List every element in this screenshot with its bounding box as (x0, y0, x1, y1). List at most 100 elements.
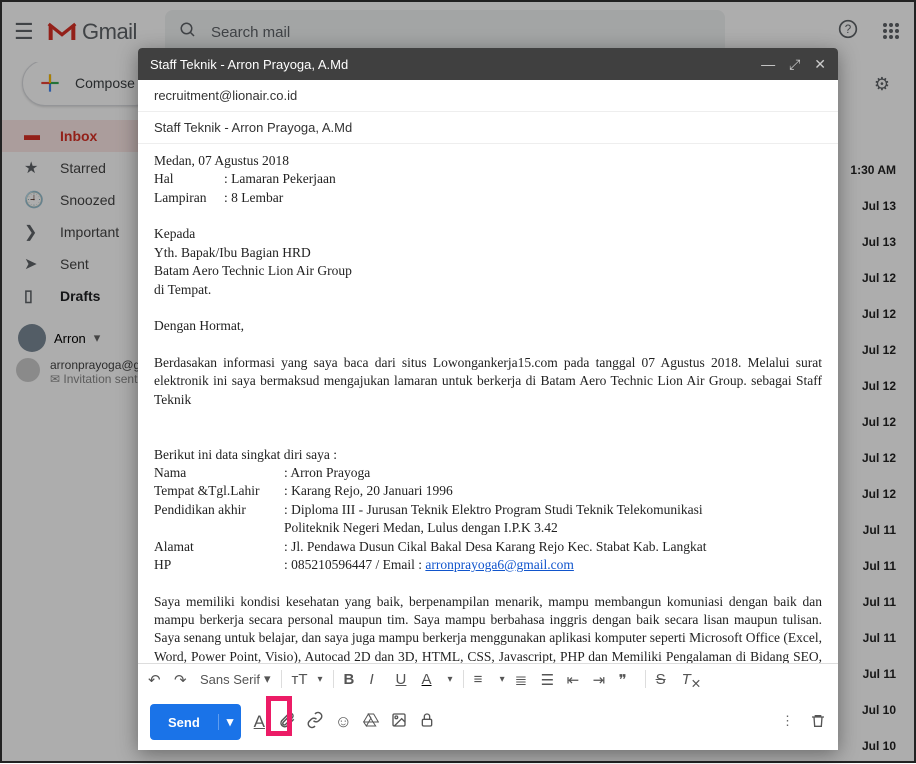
confidential-icon[interactable] (417, 712, 437, 733)
app-name: Gmail (82, 19, 137, 45)
compose-subject-field[interactable]: Staff Teknik - Arron Prayoga, A.Md (138, 112, 838, 144)
mail-row-time[interactable]: Jul 11 (844, 656, 914, 692)
email-link[interactable]: arronprayoga6@gmail.com (425, 557, 574, 572)
help-icon[interactable]: ? (838, 19, 858, 45)
image-icon[interactable] (389, 712, 409, 733)
sidebar-item-label: Snoozed (60, 192, 115, 208)
mail-row-time[interactable]: Jul 12 (844, 440, 914, 476)
send-icon: ➤ (24, 254, 42, 274)
body-line: Politeknik Negeri Medan, Lulus dengan I.… (284, 519, 558, 537)
body-line: Pendidikan akhir (154, 501, 284, 519)
compose-label: Compose (75, 75, 135, 91)
avatar (18, 324, 46, 352)
mail-row-time[interactable]: Jul 12 (844, 476, 914, 512)
compose-to-value: recruitment@lionair.co.id (154, 88, 297, 103)
minimize-icon[interactable]: — (761, 56, 775, 73)
body-line: Yth. Bapak/Ibu Bagian HRD (154, 244, 822, 262)
body-para: Saya memiliki kondisi kesehatan yang bai… (154, 593, 822, 663)
mail-row-time[interactable]: 1:30 AM (844, 152, 914, 188)
search-placeholder: Search mail (211, 24, 290, 41)
body-line: Nama (154, 464, 284, 482)
sidebar-item-label: Sent (60, 256, 89, 272)
body-line (154, 519, 284, 537)
mail-row-time[interactable]: Jul 12 (844, 296, 914, 332)
star-icon: ★ (24, 158, 42, 178)
sidebar-item-label: Important (60, 224, 119, 240)
undo-icon[interactable]: ↶ (148, 671, 164, 687)
redo-icon[interactable]: ↷ (174, 671, 190, 687)
mail-row-time[interactable]: Jul 11 (844, 512, 914, 548)
underline-icon[interactable]: U (396, 671, 412, 687)
mail-row-time[interactable]: Jul 12 (844, 332, 914, 368)
quote-icon[interactable]: ❞ (619, 671, 635, 687)
mail-list-times: 1:30 AMJul 13Jul 13Jul 12Jul 12Jul 12Jul… (844, 152, 914, 764)
compose-window: Staff Teknik - Arron Prayoga, A.Md — ⤢ ✕… (138, 48, 838, 750)
body-line: : Diploma III - Jurusan Teknik Elektro P… (284, 501, 703, 519)
mail-row-time[interactable]: Jul 13 (844, 188, 914, 224)
body-line: Kepada (154, 225, 822, 243)
compose-titlebar[interactable]: Staff Teknik - Arron Prayoga, A.Md — ⤢ ✕ (138, 48, 838, 80)
mail-row-time[interactable]: Jul 11 (844, 584, 914, 620)
mail-row-time[interactable]: Jul 11 (844, 620, 914, 656)
body-line: Dengan Hormat, (154, 317, 822, 335)
link-icon[interactable] (305, 711, 325, 734)
compose-body[interactable]: Medan, 07 Agustus 2018 Hal: Lamaran Peke… (138, 144, 838, 663)
body-line: HP (154, 556, 284, 574)
clock-icon: 🕘 (24, 190, 42, 210)
strikethrough-icon[interactable]: S (656, 671, 672, 687)
bold-icon[interactable]: B (344, 671, 360, 687)
body-line: Batam Aero Technic Lion Air Group (154, 262, 822, 280)
body-line: Lampiran (154, 189, 224, 207)
important-icon: ❯ (24, 222, 42, 242)
mail-row-time[interactable]: Jul 13 (844, 224, 914, 260)
mail-row-time[interactable]: Jul 12 (844, 368, 914, 404)
sidebar-item-label: Inbox (60, 128, 97, 144)
drive-icon[interactable] (361, 712, 381, 733)
body-line: : 8 Lembar (224, 189, 283, 207)
compose-to-field[interactable]: recruitment@lionair.co.id (138, 80, 838, 112)
gmail-m-icon (46, 19, 78, 45)
avatar (16, 358, 40, 382)
menu-icon[interactable]: ☰ (14, 19, 34, 45)
mail-row-time[interactable]: Jul 10 (844, 692, 914, 728)
italic-icon[interactable]: I (370, 671, 386, 687)
format-toolbar: ↶ ↷ Sans Serif ▾ тT ▾ B I U A ▾ ≡ ▾ ≣ ☰ … (138, 663, 838, 694)
discard-icon[interactable] (810, 713, 826, 732)
mail-row-time[interactable]: Jul 10 (844, 728, 914, 764)
compose-subject-value: Staff Teknik - Arron Prayoga, A.Md (154, 120, 352, 135)
inbox-icon: ▬ (24, 127, 42, 145)
font-name: Sans Serif (200, 672, 260, 687)
font-size-icon[interactable]: тT (292, 671, 308, 687)
svg-text:?: ? (845, 23, 852, 36)
hangouts-user-name: Arron (54, 331, 86, 346)
expand-icon[interactable]: ⤢ (789, 56, 800, 73)
align-icon[interactable]: ≡ (474, 671, 490, 687)
gmail-logo[interactable]: Gmail (46, 19, 137, 45)
indent-more-icon[interactable]: ⇥ (593, 671, 609, 687)
bulleted-list-icon[interactable]: ☰ (541, 671, 557, 687)
mail-row-time[interactable]: Jul 11 (844, 548, 914, 584)
emoji-icon[interactable]: ☺ (333, 712, 353, 732)
indent-less-icon[interactable]: ⇤ (567, 671, 583, 687)
close-icon[interactable]: ✕ (814, 56, 826, 73)
send-button[interactable]: Send ▾ (150, 704, 241, 740)
plus-icon (37, 70, 63, 96)
more-options-icon[interactable]: ⋮ (781, 713, 794, 732)
settings-gear-icon[interactable]: ⚙ (874, 74, 890, 95)
send-more-icon[interactable]: ▾ (218, 714, 242, 730)
sidebar-item-label: Starred (60, 160, 106, 176)
send-label: Send (150, 715, 218, 730)
body-line: Alamat (154, 538, 284, 556)
chevron-down-icon: ▾ (94, 330, 101, 346)
apps-grid-icon[interactable] (882, 22, 900, 43)
text-color-icon[interactable]: A (422, 671, 438, 687)
body-para: Berdasakan informasi yang saya baca dari… (154, 354, 822, 409)
chat-contact-name: arronprayoga@g (50, 358, 140, 372)
clear-format-icon[interactable]: T✕ (682, 671, 698, 687)
font-select[interactable]: Sans Serif ▾ (200, 671, 271, 687)
numbered-list-icon[interactable]: ≣ (515, 671, 531, 687)
mail-row-time[interactable]: Jul 12 (844, 404, 914, 440)
body-line: Hal (154, 170, 224, 188)
body-line: Tempat &Tgl.Lahir (154, 482, 284, 500)
mail-row-time[interactable]: Jul 12 (844, 260, 914, 296)
